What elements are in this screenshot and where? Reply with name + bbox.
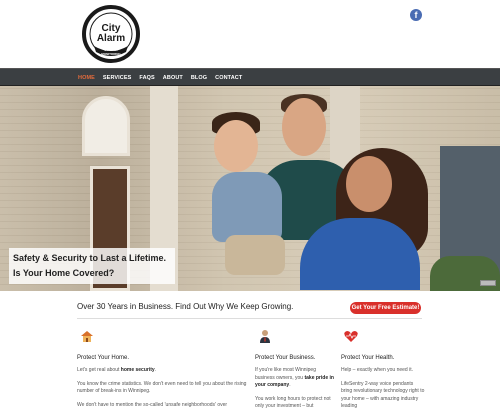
hero-caption-line2: Is Your Home Covered? — [13, 268, 115, 278]
home-security-link[interactable]: home security — [121, 367, 155, 373]
house-icon — [81, 331, 93, 342]
slider-control[interactable] — [480, 280, 496, 286]
feature-health-p2: LifeSentry 2-way voice pendants bring re… — [341, 380, 425, 410]
free-estimate-button[interactable]: Get Your Free Estimate! — [350, 302, 421, 314]
heart-icon — [344, 331, 358, 342]
family-photo-woman — [300, 218, 420, 290]
family-photo-woman-face — [346, 156, 392, 212]
feature-business-p2: You work long hours to protect not only … — [255, 395, 331, 410]
hero-window — [82, 96, 130, 156]
family-photo-boy — [212, 172, 282, 242]
family-photo-man-face — [282, 98, 326, 156]
businessman-icon — [260, 330, 270, 343]
family-photo-boy-face — [214, 120, 258, 172]
feature-home-p1: Let's get real about home security. — [77, 367, 157, 373]
feature-home-title: Protect Your Home. — [77, 355, 130, 361]
nav-home[interactable]: HOME — [78, 75, 95, 81]
feature-home-p3: We don't have to mention the so-called '… — [77, 401, 228, 408]
site-header: City Alarm 24 HOUR MONITORING f — [0, 0, 500, 68]
section-divider — [77, 318, 422, 319]
feature-business-p1: If you're like most Winnipeg business ow… — [255, 367, 334, 388]
family-photo-boy-legs — [225, 235, 285, 275]
feature-business-title: Protect Your Business. — [255, 355, 316, 361]
hero-caption-line1: Safety & Security to Last a Lifetime. — [13, 253, 167, 263]
hero-caption: Safety & Security to Last a Lifetime. Is… — [9, 248, 175, 284]
nav-contact[interactable]: CONTACT — [215, 75, 242, 81]
facebook-icon[interactable]: f — [410, 9, 422, 21]
feature-home-p2: You know the crime statistics. We don't … — [77, 380, 247, 395]
logo-line2: Alarm — [97, 33, 125, 44]
main-nav: HOME SERVICES FAQS ABOUT BLOG CONTACT — [0, 68, 500, 86]
nav-faqs[interactable]: FAQS — [139, 75, 154, 81]
logo-sub2: MONITORING — [101, 52, 121, 56]
city-alarm-logo[interactable]: City Alarm 24 HOUR MONITORING — [82, 4, 140, 64]
nav-blog[interactable]: BLOG — [191, 75, 207, 81]
feature-health: Protect Your Health. Help – exactly when… — [341, 328, 425, 410]
intro-tagline: Over 30 Years in Business. Find Out Why … — [77, 302, 294, 311]
feature-home: Protect Your Home. Let's get real about … — [77, 328, 247, 409]
feature-health-p1: Help – exactly when you need it. — [341, 367, 413, 373]
feature-health-title: Protect Your Health. — [341, 355, 395, 361]
nav-about[interactable]: ABOUT — [163, 75, 183, 81]
feature-business: Protect Your Business. If you're like mo… — [255, 328, 335, 410]
nav-services[interactable]: SERVICES — [103, 75, 132, 81]
